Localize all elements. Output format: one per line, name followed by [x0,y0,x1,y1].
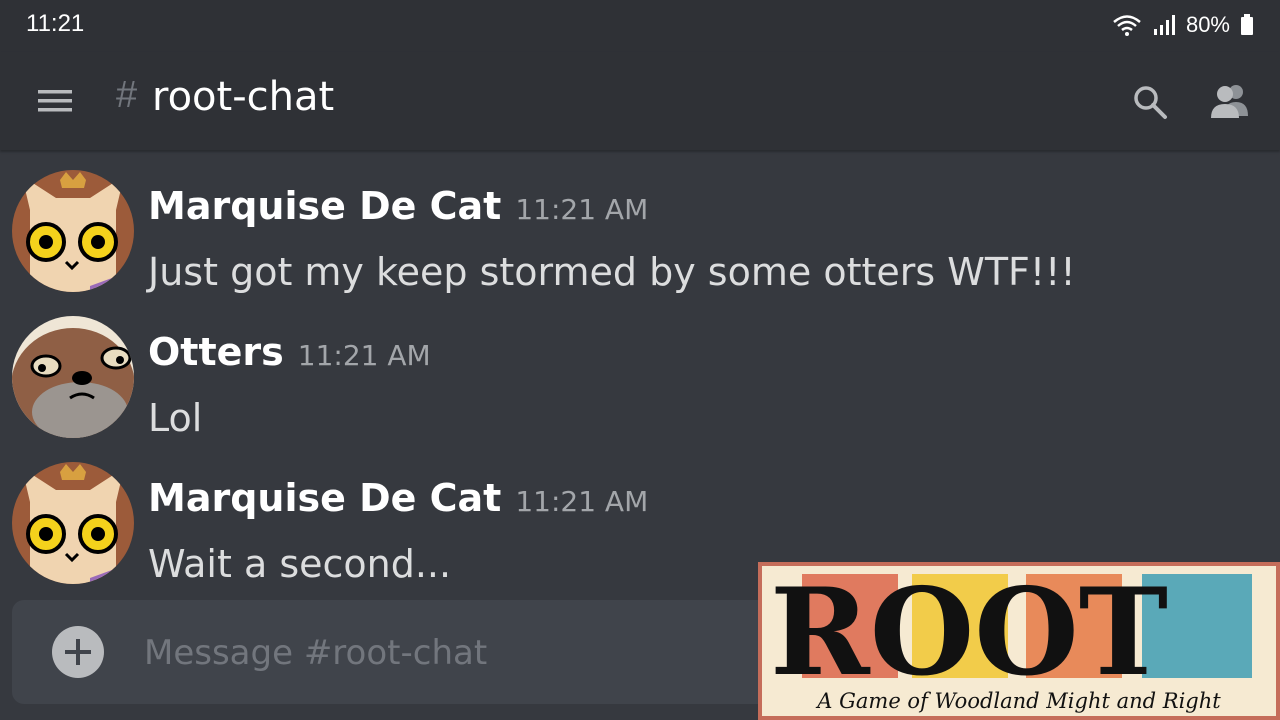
battery-icon [1241,14,1253,35]
root-logo-tagline: A Game of Woodland Might and Right [815,689,1221,713]
avatar-otters[interactable] [12,316,134,438]
status-bar: 11:21 80% [0,0,1280,52]
add-attachment-button[interactable] [52,626,104,678]
root-logo-artwork: ROOT A Game of Woodland Might and Right [770,562,1252,713]
message-author[interactable]: Marquise De Cat 11:21 AM [148,476,648,520]
message-text: Just got my keep stormed by some otters … [148,250,1076,294]
message-item: Otters 11:21 AM Lol [0,316,1280,446]
hash-icon: # [116,74,138,116]
status-time: 11:21 [26,10,85,37]
channel-name: root-chat [152,74,335,120]
signal-icon [1153,15,1175,35]
message-text: Wait a second... [148,542,452,586]
cat-face-icon [12,170,134,292]
avatar-marquise-de-cat[interactable] [12,462,134,584]
root-logo: ROOT A Game of Woodland Might and Right [758,562,1280,720]
message-timestamp: 11:21 AM [297,339,431,372]
members-icon[interactable] [1210,82,1250,120]
avatar-marquise-de-cat[interactable] [12,170,134,292]
message-timestamp: 11:21 AM [515,485,649,518]
status-indicators: 80% [1112,12,1254,38]
otter-face-icon [12,316,134,438]
message-timestamp: 11:21 AM [515,193,649,226]
battery-percentage: 80% [1185,12,1230,37]
message-list: Marquise De Cat 11:21 AM Just got my keep… [0,150,1280,600]
channel-header: # root-chat [0,52,1280,150]
menu-icon[interactable] [38,86,72,116]
search-icon[interactable] [1132,84,1168,120]
wifi-icon [1113,15,1141,36]
message-item: Marquise De Cat 11:21 AM Just got my keep… [0,170,1280,300]
message-author[interactable]: Marquise De Cat 11:21 AM [148,184,648,228]
root-logo-title: ROOT [770,566,1168,703]
cat-face-icon [12,462,134,584]
message-author[interactable]: Otters 11:21 AM [148,330,431,374]
message-text: Lol [148,396,203,440]
plus-icon [65,639,91,665]
message-input[interactable] [144,630,744,676]
